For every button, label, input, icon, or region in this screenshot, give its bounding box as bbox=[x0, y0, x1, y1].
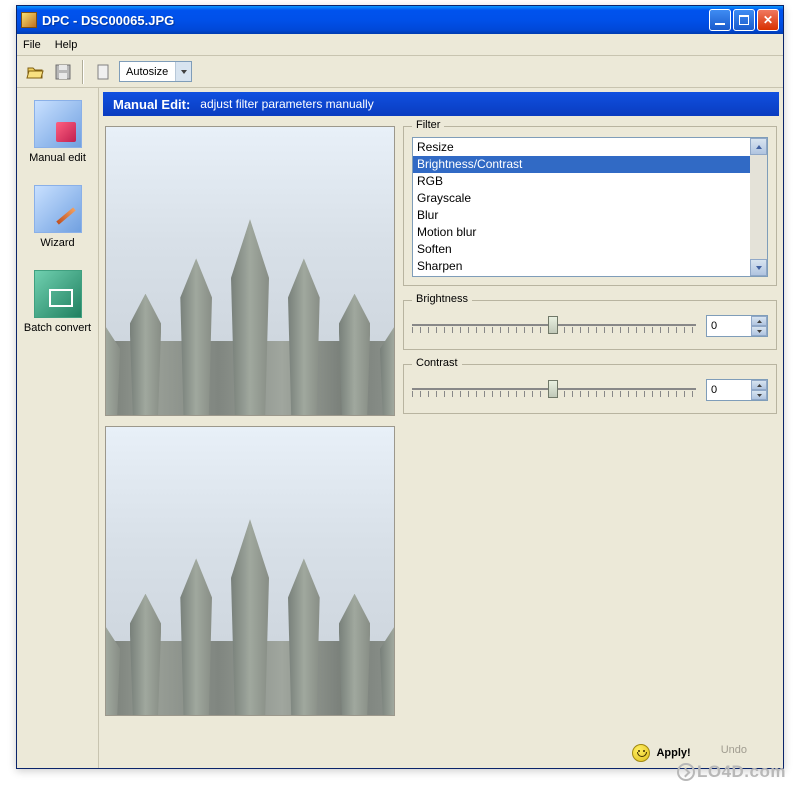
brightness-label: Brightness bbox=[412, 293, 472, 305]
spin-down-icon[interactable] bbox=[751, 326, 767, 336]
brightness-value[interactable] bbox=[707, 316, 751, 336]
app-window: DPC - DSC00065.JPG ✕ File Help Autosize bbox=[16, 5, 784, 769]
section-header: Manual Edit: adjust filter parameters ma… bbox=[103, 92, 779, 116]
filter-group: Filter ResizeBrightness/ContrastRGBGrays… bbox=[403, 126, 777, 286]
filter-listbox[interactable]: ResizeBrightness/ContrastRGBGrayscaleBlu… bbox=[412, 137, 768, 277]
section-title: Manual Edit: bbox=[113, 97, 190, 112]
toolbar: Autosize bbox=[17, 56, 783, 88]
save-button[interactable] bbox=[51, 60, 75, 84]
watermark-icon bbox=[677, 763, 695, 781]
filter-item[interactable]: RGB bbox=[413, 173, 750, 190]
sidebar-item-batch-convert[interactable]: Batch convert bbox=[23, 270, 93, 335]
contrast-label: Contrast bbox=[412, 357, 462, 369]
scroll-down-button[interactable] bbox=[750, 259, 767, 276]
floppy-icon bbox=[55, 64, 71, 80]
spin-up-icon[interactable] bbox=[751, 380, 767, 390]
sidebar-label: Manual edit bbox=[23, 152, 93, 165]
folder-open-icon bbox=[26, 64, 44, 80]
contrast-value[interactable] bbox=[707, 380, 751, 400]
size-mode-combo[interactable]: Autosize bbox=[119, 61, 192, 82]
undo-button[interactable]: Undo bbox=[721, 744, 747, 762]
filter-group-label: Filter bbox=[412, 119, 444, 131]
toolbar-separator bbox=[82, 60, 84, 84]
content: Filter ResizeBrightness/ContrastRGBGrays… bbox=[99, 120, 783, 768]
right-panel: Filter ResizeBrightness/ContrastRGBGrays… bbox=[403, 126, 777, 762]
menubar: File Help bbox=[17, 34, 783, 56]
contrast-group: Contrast bbox=[403, 364, 777, 414]
apply-button[interactable]: Apply! bbox=[632, 744, 690, 762]
scroll-up-button[interactable] bbox=[750, 138, 767, 155]
main-area: Manual Edit: adjust filter parameters ma… bbox=[99, 88, 783, 768]
scrollbar[interactable] bbox=[750, 138, 767, 276]
apply-label: Apply! bbox=[656, 747, 690, 759]
watermark: LO4D.com bbox=[677, 762, 786, 782]
document-icon bbox=[95, 64, 111, 80]
spin-down-icon[interactable] bbox=[751, 390, 767, 400]
undo-label: Undo bbox=[721, 744, 747, 756]
action-bar: Apply! Undo bbox=[403, 736, 777, 762]
body: Manual edit Wizard Batch convert Manual … bbox=[17, 88, 783, 768]
sidebar-label: Wizard bbox=[23, 237, 93, 250]
menu-help[interactable]: Help bbox=[55, 39, 78, 51]
filter-item[interactable]: Resize bbox=[413, 139, 750, 156]
result-preview bbox=[105, 426, 395, 716]
manual-edit-icon bbox=[34, 100, 82, 148]
filter-item[interactable]: Blur bbox=[413, 207, 750, 224]
spin-up-icon[interactable] bbox=[751, 316, 767, 326]
app-icon bbox=[21, 12, 37, 28]
window-title: DPC - DSC00065.JPG bbox=[42, 13, 707, 28]
dropdown-arrow-icon[interactable] bbox=[175, 62, 191, 81]
size-mode-value: Autosize bbox=[120, 66, 175, 78]
sidebar-item-manual-edit[interactable]: Manual edit bbox=[23, 100, 93, 165]
sidebar-item-wizard[interactable]: Wizard bbox=[23, 185, 93, 250]
wizard-icon bbox=[34, 185, 82, 233]
filter-item[interactable]: Brightness/Contrast bbox=[413, 156, 750, 173]
filter-item[interactable]: Soften bbox=[413, 241, 750, 258]
maximize-button[interactable] bbox=[733, 9, 755, 31]
close-button[interactable]: ✕ bbox=[757, 9, 779, 31]
brightness-slider[interactable] bbox=[412, 311, 696, 341]
contrast-spinner[interactable] bbox=[706, 379, 768, 401]
titlebar: DPC - DSC00065.JPG ✕ bbox=[17, 6, 783, 34]
sidebar: Manual edit Wizard Batch convert bbox=[17, 88, 99, 768]
original-preview bbox=[105, 126, 395, 416]
contrast-slider[interactable] bbox=[412, 375, 696, 405]
smiley-icon bbox=[632, 744, 650, 762]
filter-item[interactable]: Grayscale bbox=[413, 190, 750, 207]
brightness-group: Brightness bbox=[403, 300, 777, 350]
brightness-spinner[interactable] bbox=[706, 315, 768, 337]
menu-file[interactable]: File bbox=[23, 39, 41, 51]
minimize-button[interactable] bbox=[709, 9, 731, 31]
watermark-text: LO4D.com bbox=[697, 762, 786, 782]
preview-column bbox=[105, 126, 395, 762]
open-button[interactable] bbox=[23, 60, 47, 84]
sidebar-label: Batch convert bbox=[23, 322, 93, 335]
filter-item[interactable]: Sharpen bbox=[413, 258, 750, 275]
new-doc-button[interactable] bbox=[91, 60, 115, 84]
section-subtitle: adjust filter parameters manually bbox=[200, 97, 373, 111]
filter-item[interactable]: Motion blur bbox=[413, 224, 750, 241]
batch-convert-icon bbox=[34, 270, 82, 318]
